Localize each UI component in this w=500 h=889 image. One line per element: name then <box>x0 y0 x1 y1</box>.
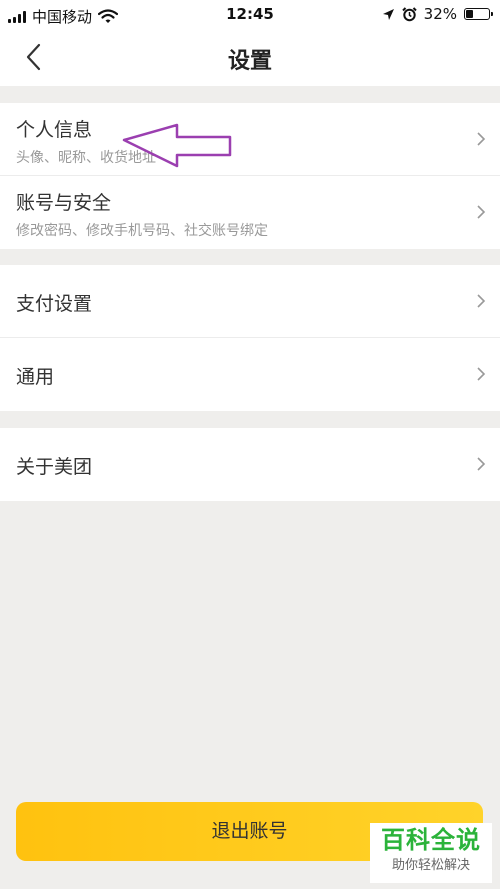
row-title: 账号与安全 <box>16 192 112 214</box>
battery-fill <box>466 10 474 18</box>
nav-bar: 设置 <box>0 30 500 86</box>
settings-row-personal-info[interactable]: 个人信息 头像、昵称、收货地址 <box>0 103 500 176</box>
watermark-logo: 百科全说 助你轻松解决 <box>370 823 492 883</box>
chevron-right-icon <box>477 205 486 219</box>
chevron-right-icon <box>477 294 486 308</box>
annotation-arrow-icon <box>122 123 232 168</box>
settings-row-about[interactable]: 关于美团 <box>0 428 500 501</box>
location-icon <box>382 8 394 20</box>
chevron-right-icon <box>477 457 486 471</box>
battery-icon <box>464 8 493 20</box>
row-title: 关于美团 <box>16 456 93 478</box>
settings-row-common[interactable]: 通用 <box>0 338 500 411</box>
settings-row-payment[interactable]: 支付设置 <box>0 265 500 338</box>
row-title: 个人信息 <box>16 119 93 141</box>
watermark-main: 百科全说 <box>381 826 481 854</box>
status-bar: 中国移动 12:45 32% <box>0 0 500 30</box>
row-title: 支付设置 <box>16 293 93 315</box>
settings-row-account-security[interactable]: 账号与安全 修改密码、修改手机号码、社交账号绑定 <box>0 176 500 249</box>
status-right: 32% <box>382 5 493 23</box>
chevron-right-icon <box>477 132 486 146</box>
battery-percent: 32% <box>423 5 457 23</box>
chevron-right-icon <box>477 367 486 381</box>
row-subtitle: 修改密码、修改手机号码、社交账号绑定 <box>16 223 268 239</box>
section-account: 个人信息 头像、昵称、收货地址 账号与安全 修改密码、修改手机号码、社交账号绑定 <box>0 103 500 249</box>
alarm-icon <box>401 6 417 21</box>
watermark-sub: 助你轻松解决 <box>391 858 470 873</box>
row-title: 通用 <box>16 366 55 388</box>
page-title: 设置 <box>227 49 272 74</box>
section-general: 支付设置 通用 <box>0 265 500 411</box>
section-about: 关于美团 <box>0 428 500 501</box>
